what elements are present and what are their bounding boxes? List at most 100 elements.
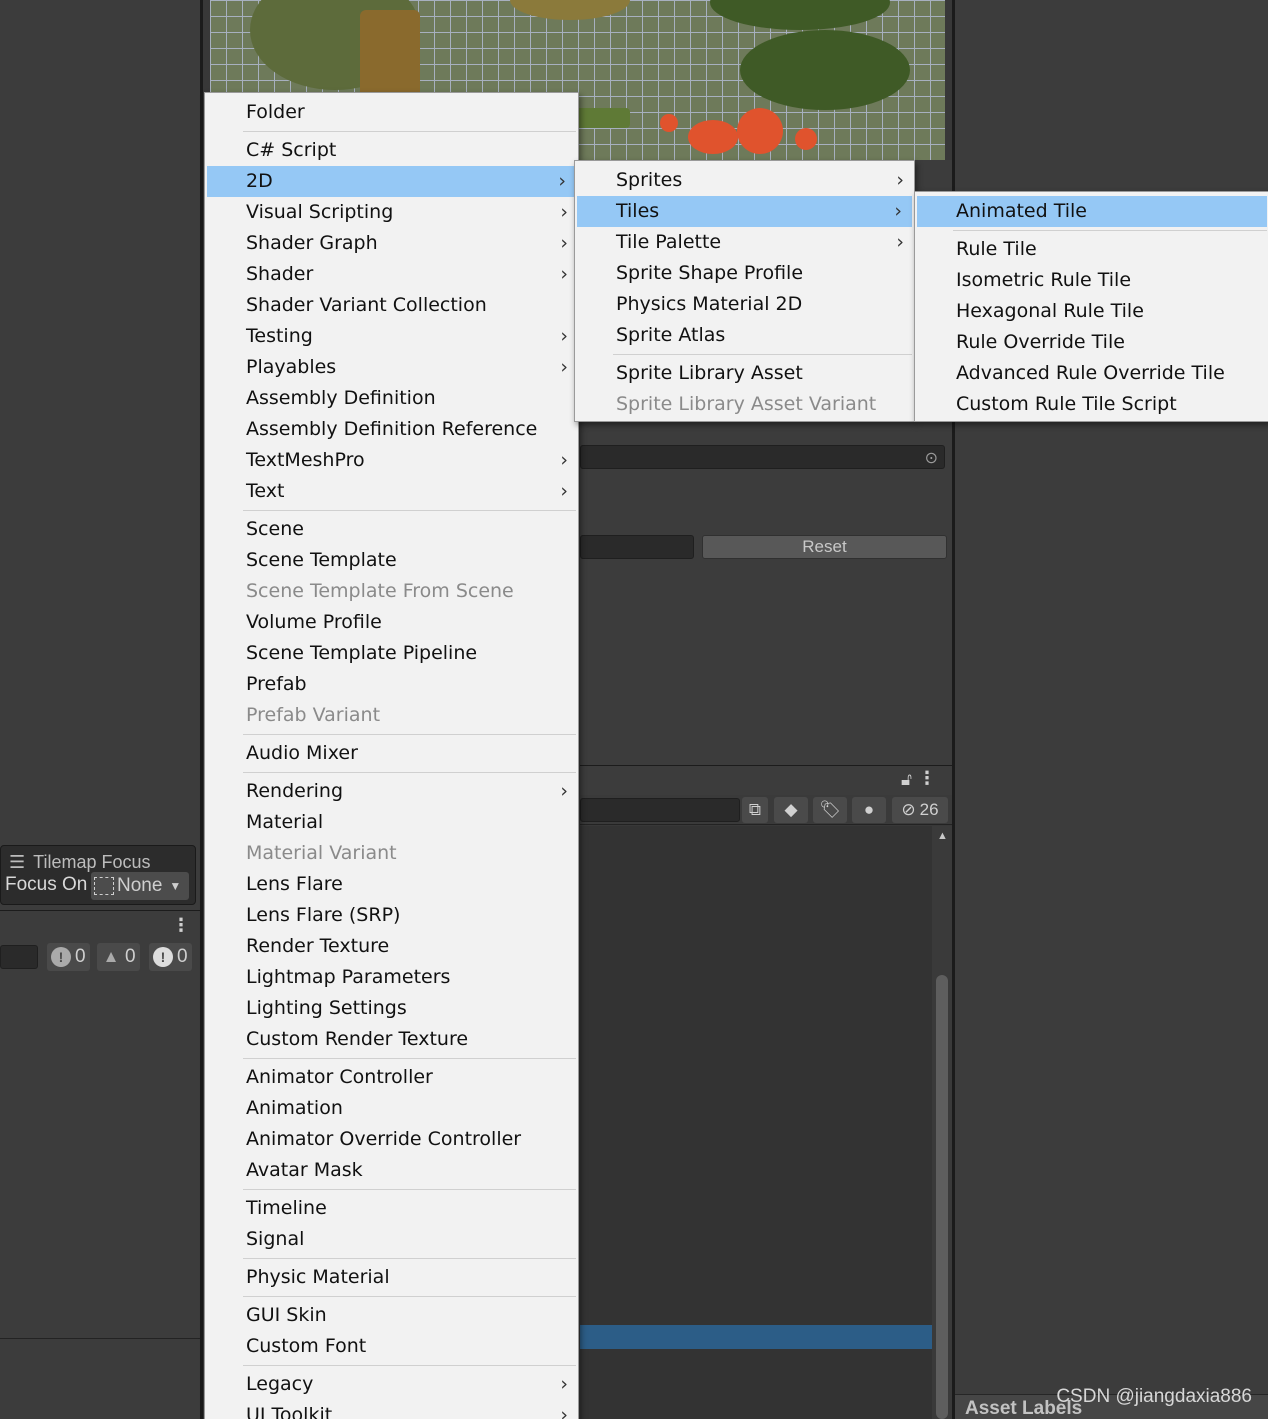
menu-item-animator-override-controller[interactable]: Animator Override Controller <box>205 1124 578 1155</box>
menu-item-folder[interactable]: Folder <box>205 97 578 128</box>
menu-item-2d[interactable]: 2D › <box>207 166 576 197</box>
lock-icon[interactable]: 🔓︎ <box>901 770 912 790</box>
menu-item-material[interactable]: Material <box>205 807 578 838</box>
menu-separator <box>613 354 912 355</box>
menu-item-volume-profile[interactable]: Volume Profile <box>205 607 578 638</box>
menu-item-shader-graph[interactable]: Shader Graph › <box>205 228 578 259</box>
menu-item-label: Prefab <box>246 673 307 695</box>
ledge-sprite <box>570 108 630 128</box>
filter-by-label-icon[interactable]: 🏷︎ <box>813 797 847 823</box>
menu-item-label: Lens Flare <box>246 873 343 895</box>
menu-separator <box>243 1189 576 1190</box>
menu-item-lighting-settings[interactable]: Lighting Settings <box>205 993 578 1024</box>
menu-item-label: Physics Material 2D <box>616 293 803 315</box>
menu-item-animator-controller[interactable]: Animator Controller <box>205 1062 578 1093</box>
menu-item-label: Rule Override Tile <box>956 331 1125 353</box>
menu-separator <box>243 1365 576 1366</box>
menu-item-assembly-definition-reference[interactable]: Assembly Definition Reference <box>205 414 578 445</box>
menu-2d-item-sprites[interactable]: Sprites › <box>575 165 914 196</box>
menu-item-label: Lightmap Parameters <box>246 966 451 988</box>
menu-tiles-item-rule-tile[interactable]: Rule Tile <box>915 234 1268 265</box>
menu-item-custom-render-texture[interactable]: Custom Render Texture <box>205 1024 578 1055</box>
menu-item-testing[interactable]: Testing › <box>205 321 578 352</box>
focus-dropdown[interactable]: None ▼ <box>91 872 189 900</box>
menu-item-assembly-definition[interactable]: Assembly Definition <box>205 383 578 414</box>
menu-item-label: Material Variant <box>246 842 397 864</box>
error-count-toggle[interactable]: ! 0 <box>149 943 192 971</box>
menu-item-label: Text <box>246 480 285 502</box>
filter-log-icon[interactable]: ● <box>852 797 886 823</box>
bush-sprite <box>710 0 890 30</box>
menu-tiles-item-rule-override-tile[interactable]: Rule Override Tile <box>915 327 1268 358</box>
filter-by-type-icon[interactable]: ◆ <box>774 797 808 823</box>
menu-item-signal[interactable]: Signal <box>205 1224 578 1255</box>
menu-item-text[interactable]: Text › <box>205 476 578 507</box>
menu-2d-item-sprite-atlas[interactable]: Sprite Atlas <box>575 320 914 351</box>
menu-separator <box>243 734 576 735</box>
search-by-type-icon[interactable]: ⧉ <box>742 797 768 823</box>
menu-tiles-item-advanced-rule-override-tile[interactable]: Advanced Rule Override Tile <box>915 358 1268 389</box>
menu-item-lightmap-parameters[interactable]: Lightmap Parameters <box>205 962 578 993</box>
console-search-input[interactable] <box>0 945 38 969</box>
menu-tiles-item-hexagonal-rule-tile[interactable]: Hexagonal Rule Tile <box>915 296 1268 327</box>
chevron-right-icon: › <box>560 480 568 502</box>
menu-2d-item-sprite-shape-profile[interactable]: Sprite Shape Profile <box>575 258 914 289</box>
hidden-packages-button[interactable]: ⊘ 26 <box>892 797 948 823</box>
menu-item-physic-material[interactable]: Physic Material <box>205 1262 578 1293</box>
drag-handle-icon[interactable]: ☰ <box>9 852 25 873</box>
menu-item-scene-template-pipeline[interactable]: Scene Template Pipeline <box>205 638 578 669</box>
menu-2d-item-physics-material-2d[interactable]: Physics Material 2D <box>575 289 914 320</box>
menu-item-timeline[interactable]: Timeline <box>205 1193 578 1224</box>
menu-item-ui-toolkit[interactable]: UI Toolkit › <box>205 1400 578 1419</box>
menu-item-lens-flare[interactable]: Lens Flare <box>205 869 578 900</box>
scrollbar-thumb[interactable] <box>936 975 948 1419</box>
menu-tiles-item-custom-rule-tile-script[interactable]: Custom Rule Tile Script <box>915 389 1268 420</box>
object-field[interactable]: ⊙ <box>580 445 945 469</box>
menu-item-audio-mixer[interactable]: Audio Mixer <box>205 738 578 769</box>
menu-item-lens-flare-srp[interactable]: Lens Flare (SRP) <box>205 900 578 931</box>
menu-item-legacy[interactable]: Legacy › <box>205 1369 578 1400</box>
menu-tiles-item-isometric-rule-tile[interactable]: Isometric Rule Tile <box>915 265 1268 296</box>
text-field[interactable] <box>580 535 694 559</box>
menu-item-shader[interactable]: Shader › <box>205 259 578 290</box>
target-icon[interactable]: ⊙ <box>925 448 938 468</box>
menu-item-textmeshpro[interactable]: TextMeshPro › <box>205 445 578 476</box>
menu-item-scene-template[interactable]: Scene Template <box>205 545 578 576</box>
focus-value: None <box>117 875 163 896</box>
menu-item-c-script[interactable]: C# Script <box>205 135 578 166</box>
menu-item-label: Timeline <box>246 1197 327 1219</box>
hidden-count: 26 <box>919 800 939 819</box>
selected-asset-row[interactable] <box>580 1325 932 1349</box>
info-count-toggle[interactable]: ! 0 <box>47 943 90 971</box>
reset-button[interactable]: Reset <box>702 535 947 559</box>
scroll-up-icon[interactable]: ▲ <box>937 830 948 842</box>
menu-item-shader-variant-collection[interactable]: Shader Variant Collection <box>205 290 578 321</box>
menu-item-rendering[interactable]: Rendering › <box>205 776 578 807</box>
chevron-right-icon: › <box>560 356 568 378</box>
menu-item-label: Scene <box>246 518 304 540</box>
project-header: 🔓︎ ⋮ <box>580 765 952 795</box>
panel-divider[interactable] <box>200 0 203 1419</box>
menu-tiles-item-animated-tile[interactable]: Animated Tile <box>917 196 1267 227</box>
menu-2d-item-sprite-library-asset[interactable]: Sprite Library Asset <box>575 358 914 389</box>
menu-item-label: Prefab Variant <box>246 704 381 726</box>
warning-count-toggle[interactable]: ▲ 0 <box>97 943 140 971</box>
search-input[interactable] <box>580 798 740 822</box>
menu-item-visual-scripting[interactable]: Visual Scripting › <box>205 197 578 228</box>
menu-item-render-texture[interactable]: Render Texture <box>205 931 578 962</box>
chevron-right-icon: › <box>560 449 568 471</box>
menu-item-prefab[interactable]: Prefab <box>205 669 578 700</box>
menu-item-scene[interactable]: Scene <box>205 514 578 545</box>
menu-2d-item-tile-palette[interactable]: Tile Palette › <box>575 227 914 258</box>
menu-item-animation[interactable]: Animation <box>205 1093 578 1124</box>
more-options-icon[interactable]: ⋮ <box>918 768 936 789</box>
menu-item-playables[interactable]: Playables › <box>205 352 578 383</box>
menu-item-label: Sprite Library Asset Variant <box>616 393 877 415</box>
menu-item-custom-font[interactable]: Custom Font <box>205 1331 578 1362</box>
menu-item-gui-skin[interactable]: GUI Skin <box>205 1300 578 1331</box>
menu-item-label: Animated Tile <box>956 200 1087 222</box>
more-options-icon[interactable]: ⋮ <box>172 915 190 936</box>
menu-item-avatar-mask[interactable]: Avatar Mask <box>205 1155 578 1186</box>
menu-2d-item-tiles[interactable]: Tiles › <box>577 196 912 227</box>
menu-item-label: Sprite Library Asset <box>616 362 803 384</box>
